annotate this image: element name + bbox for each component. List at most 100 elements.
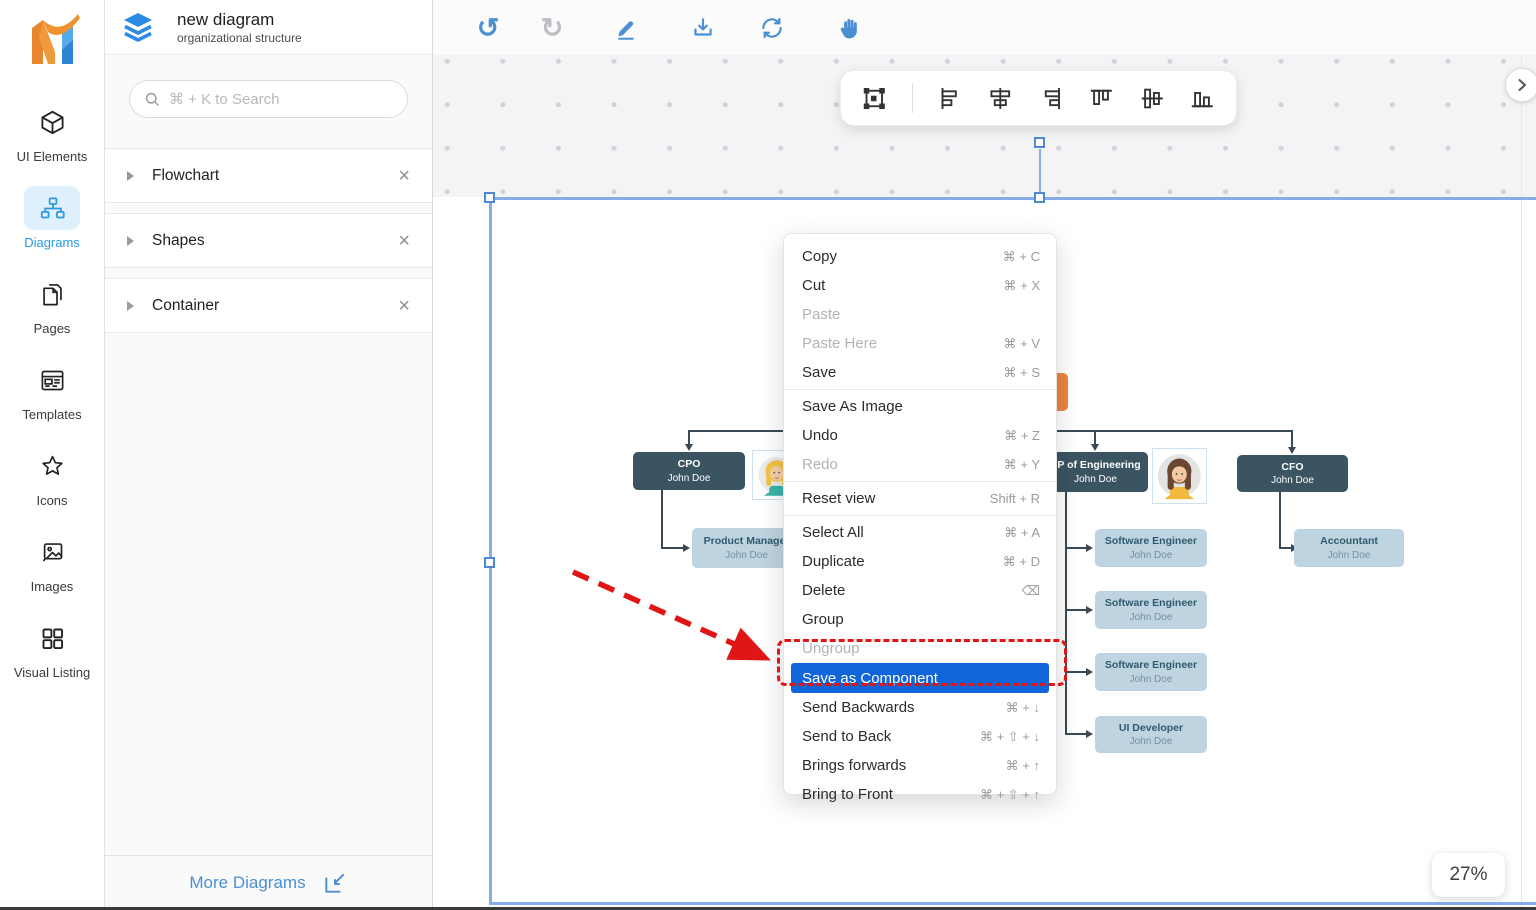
menu-item-shortcut: ⌘ + ↓ <box>1006 700 1040 716</box>
menu-item-undo[interactable]: Undo ⌘ + Z <box>784 421 1056 450</box>
alignment-toolbar <box>840 70 1237 126</box>
caret-right-icon[interactable] <box>127 301 134 311</box>
selection-rotate-handle[interactable] <box>1034 137 1045 148</box>
menu-item-label: Undo <box>802 427 1004 444</box>
menu-item-shortcut: ⌘ + Z <box>1004 428 1040 444</box>
menu-item-bring-to-front[interactable]: Bring to Front ⌘ + ⇧ + ↑ <box>784 780 1056 809</box>
menu-item-shortcut: ⌘ + A <box>1004 525 1040 541</box>
align-right-icon[interactable] <box>1038 85 1065 112</box>
canvas-toolbar: ↺ ↻ <box>433 0 1536 55</box>
expand-right-panel-button[interactable] <box>1505 68 1536 102</box>
selection-bottom-edge[interactable] <box>489 902 1536 905</box>
menu-item-duplicate[interactable]: Duplicate ⌘ + D <box>784 547 1056 576</box>
search-box[interactable] <box>129 80 408 118</box>
section-flowchart[interactable]: Flowchart × <box>105 148 432 203</box>
connector <box>1065 492 1067 735</box>
context-menu: Copy ⌘ + C Cut ⌘ + X Paste Paste Here ⌘ … <box>783 233 1057 795</box>
section-shapes[interactable]: Shapes × <box>105 213 432 268</box>
org-node-software-engineer-3[interactable]: Software Engineer John Doe <box>1095 653 1207 691</box>
selection-left-edge[interactable] <box>489 197 492 904</box>
section-container[interactable]: Container × <box>105 278 432 333</box>
redo-button[interactable]: ↻ <box>536 12 568 44</box>
menu-item-label: Brings forwards <box>802 757 1006 774</box>
org-node-software-engineer-2[interactable]: Software Engineer John Doe <box>1095 591 1207 629</box>
close-icon[interactable]: × <box>398 296 410 316</box>
menu-item-save-as-component[interactable]: Save as Component <box>791 663 1049 693</box>
close-icon[interactable]: × <box>398 166 410 186</box>
node-role: Product Manager <box>704 534 790 548</box>
more-diagrams-link[interactable]: More Diagrams <box>189 873 305 893</box>
org-node-vp-engineering[interactable]: VP of Engineering John Doe <box>1043 452 1148 492</box>
layers-icon <box>121 12 155 42</box>
selection-top-edge[interactable] <box>490 197 1536 200</box>
zoom-level-badge[interactable]: 27% <box>1432 853 1505 897</box>
edit-button[interactable] <box>610 12 642 44</box>
menu-item-save[interactable]: Save ⌘ + S <box>784 358 1056 387</box>
sidebar-item-icons[interactable]: Icons <box>24 444 80 508</box>
sidebar-item-label: Icons <box>36 493 67 508</box>
sidebar-item-ui-elements[interactable]: UI Elements <box>17 100 88 164</box>
menu-item-send-backwards[interactable]: Send Backwards ⌘ + ↓ <box>784 693 1056 722</box>
menu-item-cut[interactable]: Cut ⌘ + X <box>784 271 1056 300</box>
search-input[interactable] <box>169 91 393 108</box>
menu-item-shortcut: Shift + R <box>990 491 1040 506</box>
hand-icon <box>836 15 863 42</box>
org-node-cpo[interactable]: CPO John Doe <box>633 452 745 490</box>
align-bottom-icon[interactable] <box>1189 85 1216 112</box>
sidebar-item-images[interactable]: Images <box>24 530 80 594</box>
menu-item-label: Group <box>802 611 1040 628</box>
selection-handle[interactable] <box>484 557 495 568</box>
sidebar-item-pages[interactable]: Pages <box>24 272 80 336</box>
sidebar-item-visual-listing[interactable]: Visual Listing <box>14 616 90 680</box>
align-middle-vertical-icon[interactable] <box>1139 85 1166 112</box>
node-name: John Doe <box>1130 611 1173 624</box>
menu-item-send-to-back[interactable]: Send to Back ⌘ + ⇧ + ↓ <box>784 722 1056 751</box>
menu-item-label: Redo <box>802 456 1004 473</box>
menu-item-delete[interactable]: Delete ⌫ <box>784 576 1056 605</box>
menu-item-shortcut: ⌘ + X <box>1004 278 1041 294</box>
org-node-software-engineer-1[interactable]: Software Engineer John Doe <box>1095 529 1207 567</box>
menu-item-brings-forwards[interactable]: Brings forwards ⌘ + ↑ <box>784 751 1056 780</box>
menu-item-group[interactable]: Group <box>784 605 1056 634</box>
sidebar-item-label: Pages <box>34 321 71 336</box>
selection-handle[interactable] <box>484 192 495 203</box>
menu-item-label: Send to Back <box>802 728 980 745</box>
menu-item-copy[interactable]: Copy ⌘ + C <box>784 242 1056 271</box>
sidebar-item-diagrams[interactable]: Diagrams <box>24 186 80 250</box>
menu-item-select-all[interactable]: Select All ⌘ + A <box>784 518 1056 547</box>
diagrams-panel: new diagram organizational structure Flo… <box>105 0 433 910</box>
import-icon[interactable] <box>322 870 348 896</box>
selection-handle[interactable] <box>1034 192 1045 203</box>
node-role: UI Developer <box>1119 721 1183 735</box>
download-button[interactable] <box>687 12 719 44</box>
app-logo-icon[interactable] <box>22 10 82 72</box>
rail-items: UI Elements Diagrams Pages <box>14 100 90 702</box>
menu-item-save-as-image[interactable]: Save As Image <box>784 392 1056 421</box>
avatar-brunette-woman[interactable] <box>1152 448 1207 504</box>
align-left-icon[interactable] <box>937 85 964 112</box>
menu-divider <box>784 481 1056 482</box>
connector <box>1065 671 1087 673</box>
caret-right-icon[interactable] <box>127 171 134 181</box>
canvas-area[interactable]: ↺ ↻ <box>433 0 1536 910</box>
node-role: Software Engineer <box>1105 596 1197 610</box>
menu-item-shortcut: ⌘ + ⇧ + ↓ <box>980 729 1040 745</box>
align-top-icon[interactable] <box>1088 85 1115 112</box>
menu-item-reset-view[interactable]: Reset view Shift + R <box>784 484 1056 513</box>
menu-item-label: Copy <box>802 248 1003 265</box>
org-node-accountant[interactable]: Accountant John Doe <box>1294 529 1404 567</box>
caret-right-icon[interactable] <box>127 236 134 246</box>
node-name: John Doe <box>1074 473 1117 486</box>
org-node-cfo[interactable]: CFO John Doe <box>1237 455 1348 492</box>
undo-button[interactable]: ↺ <box>472 12 504 44</box>
align-center-horizontal-icon[interactable] <box>987 85 1014 112</box>
close-icon[interactable]: × <box>398 231 410 251</box>
frame-select-icon[interactable] <box>861 85 888 112</box>
pan-button[interactable] <box>833 12 865 44</box>
menu-item-ungroup: Ungroup <box>784 634 1056 663</box>
menu-item-shortcut: ⌘ + ⇧ + ↑ <box>980 787 1040 803</box>
sync-button[interactable] <box>756 12 788 44</box>
org-node-ui-developer[interactable]: UI Developer John Doe <box>1095 716 1207 753</box>
sidebar-item-templates[interactable]: Templates <box>22 358 81 422</box>
menu-item-paste: Paste <box>784 300 1056 329</box>
